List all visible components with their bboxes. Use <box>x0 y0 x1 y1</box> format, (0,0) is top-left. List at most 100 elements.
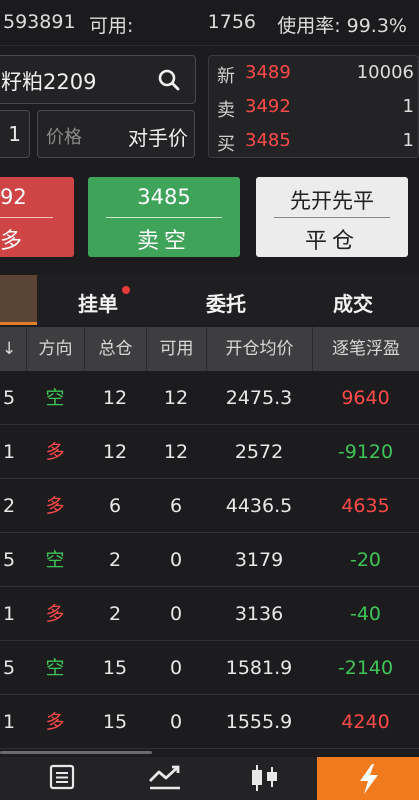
row-total: 6 <box>108 495 122 517</box>
price-input[interactable]: 价格 对手价 <box>37 110 195 158</box>
row-available: 6 <box>169 495 183 517</box>
search-icon[interactable] <box>157 68 181 92</box>
row-direction: 空 <box>45 387 65 409</box>
nav-trade[interactable] <box>317 757 419 800</box>
account-number: 593891 <box>3 11 76 33</box>
row-available: 12 <box>163 441 189 463</box>
row-cell: 1 <box>3 711 16 733</box>
row-cell: 5 <box>3 657 16 679</box>
instrument-name: 籽粕2209 <box>1 70 97 94</box>
row-total: 12 <box>102 387 128 409</box>
row-direction: 空 <box>45 657 65 679</box>
quote-label: 新 <box>217 66 235 87</box>
tab-pending-label: 挂单 <box>78 292 118 316</box>
row-pnl: 4240 <box>341 711 390 733</box>
row-cell: 1 <box>3 603 16 625</box>
tab-orders[interactable]: 委托 <box>206 288 246 317</box>
trend-chart-icon <box>149 765 180 790</box>
quantity-input[interactable]: 1 <box>0 110 30 158</box>
row-total: 2 <box>108 603 122 625</box>
quote-volume: 1 <box>402 96 414 117</box>
row-cell: 1 <box>3 441 16 463</box>
header-pnl: 逐笔浮盈 <box>312 327 419 371</box>
quote-volume: 1 <box>402 130 414 151</box>
header-avg-price: 开仓均价 <box>206 327 312 371</box>
position-tabs: 挂单 委托 成交 <box>0 275 419 325</box>
counterparty-price-button[interactable]: 对手价 <box>128 122 188 151</box>
sort-arrow-icon[interactable]: ↓ <box>0 327 26 371</box>
row-avg-price: 1581.9 <box>225 657 293 679</box>
row-total: 2 <box>108 549 122 571</box>
nav-candlestick[interactable] <box>211 757 317 800</box>
row-available: 12 <box>163 387 189 409</box>
row-available: 0 <box>169 603 183 625</box>
header-available: 可用 <box>146 327 206 371</box>
quote-label: 卖 <box>217 100 235 121</box>
row-total: 15 <box>102 711 128 733</box>
positions-table-header: ↓ 方向 总仓 可用 开仓均价 逐笔浮盈 <box>0 327 419 371</box>
quote-price: 3485 <box>245 130 291 151</box>
tab-positions[interactable] <box>0 275 37 325</box>
sell-price: 3485 <box>137 185 191 209</box>
row-direction: 多 <box>45 495 65 517</box>
buy-long-button[interactable]: 92 多 <box>0 177 74 257</box>
row-cell: 2 <box>3 495 16 517</box>
header-direction: 方向 <box>26 327 84 371</box>
quote-row-last[interactable]: 新 3489 10006 <box>217 62 417 87</box>
row-direction: 空 <box>45 549 65 571</box>
row-available: 0 <box>169 711 183 733</box>
table-row[interactable]: 5 空 15 0 1581.9 -2140 <box>0 641 419 695</box>
instrument-selector[interactable]: 籽粕2209 <box>0 55 196 104</box>
sell-label: 卖空 <box>136 229 191 254</box>
row-avg-price: 2572 <box>234 441 284 463</box>
row-pnl: -40 <box>349 603 382 625</box>
divider <box>106 217 222 218</box>
account-status-bar: 593891 可用: 1756 使用率: 99.3% <box>0 0 419 46</box>
nav-trend[interactable] <box>105 757 211 800</box>
quote-row-ask[interactable]: 卖 3492 1 <box>217 96 417 121</box>
row-avg-price: 1555.9 <box>225 711 293 733</box>
close-label: 平仓 <box>304 229 359 254</box>
row-pnl: -20 <box>349 549 382 571</box>
quote-price: 3492 <box>245 96 291 117</box>
tab-pending[interactable]: 挂单 <box>78 286 130 317</box>
row-direction: 多 <box>45 441 65 463</box>
bottom-navigation <box>0 757 419 800</box>
horizontal-scrollbar[interactable] <box>0 751 152 754</box>
table-row[interactable]: 1 多 12 12 2572 -9120 <box>0 425 419 479</box>
quote-panel: 新 3489 10006 卖 3492 1 买 3485 1 <box>208 55 419 158</box>
quote-row-bid[interactable]: 买 3485 1 <box>217 130 417 155</box>
table-row[interactable]: 1 多 2 0 3136 -40 <box>0 587 419 641</box>
nav-list[interactable] <box>0 757 105 800</box>
close-position-button[interactable]: 先开先平 平仓 <box>256 177 408 257</box>
row-available: 0 <box>169 657 183 679</box>
buy-price: 92 <box>0 185 27 209</box>
row-direction: 多 <box>45 711 65 733</box>
table-row[interactable]: 5 空 12 12 2475.3 9640 <box>0 371 419 425</box>
quote-volume: 10006 <box>356 62 414 83</box>
list-icon <box>49 764 75 790</box>
table-row[interactable]: 5 空 2 0 3179 -20 <box>0 533 419 587</box>
table-row[interactable]: 1 多 15 0 1555.9 4240 <box>0 695 419 749</box>
row-pnl: 9640 <box>341 387 390 409</box>
row-direction: 多 <box>45 603 65 625</box>
positions-table-body: 5 空 12 12 2475.3 9640 1 多 12 12 2572 -91… <box>0 371 419 749</box>
available-value: 1756 <box>207 11 256 33</box>
table-row[interactable]: 2 多 6 6 4436.5 4635 <box>0 479 419 533</box>
lightning-icon <box>360 764 378 794</box>
row-avg-price: 3136 <box>234 603 284 625</box>
quote-price: 3489 <box>245 62 291 83</box>
sell-short-button[interactable]: 3485 卖空 <box>88 177 240 257</box>
usage-rate: 使用率: 99.3% <box>277 15 407 37</box>
available-label: 可用: <box>89 15 134 37</box>
quote-label: 买 <box>217 134 235 155</box>
notification-dot <box>122 286 130 294</box>
row-avg-price: 4436.5 <box>225 495 293 517</box>
price-placeholder: 价格 <box>46 127 82 148</box>
row-pnl: -9120 <box>337 441 394 463</box>
close-mode: 先开先平 <box>290 189 374 213</box>
divider <box>0 217 53 218</box>
row-total: 12 <box>102 441 128 463</box>
row-avg-price: 2475.3 <box>225 387 293 409</box>
tab-trades[interactable]: 成交 <box>333 288 373 317</box>
